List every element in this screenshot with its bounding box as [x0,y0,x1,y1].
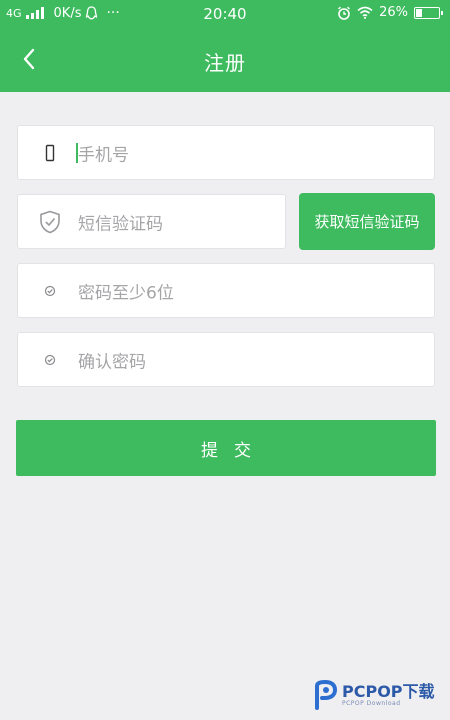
password-field[interactable]: 密码至少6位 [17,263,435,318]
battery-icon [414,6,443,19]
alarm-icon [338,6,351,20]
wifi-icon [357,6,373,19]
lock-check-icon [38,285,62,297]
watermark-sub: PCPOP Download [342,699,401,707]
app-header: 4G 0K/s ··· 20:40 26% 注册 [0,0,450,92]
pcpop-logo-icon [315,680,338,710]
confirm-password-placeholder: 确认密码 [78,352,146,372]
phone-icon [38,144,62,162]
password-placeholder: 密码至少6位 [78,283,174,303]
status-right: 26% [337,5,443,20]
phone-field[interactable]: 手机号 [17,125,435,180]
lock-check-icon [38,354,62,366]
phone-placeholder: 手机号 [78,145,129,165]
shield-check-icon [38,210,62,234]
watermark-name: PCPOP下载 [342,681,435,701]
get-sms-code-button[interactable]: 获取短信验证码 [299,193,435,250]
sms-code-field[interactable]: 短信验证码 [17,194,286,249]
confirm-password-field[interactable]: 确认密码 [17,332,435,387]
battery-fill [416,8,422,17]
page-title: 注册 [204,51,246,75]
watermark: PCPOP下载 PCPOP Download [312,680,435,710]
submit-button[interactable]: 提交 [16,420,436,476]
sms-code-placeholder: 短信验证码 [78,214,163,234]
watermark-text: PCPOP下载 PCPOP Download [342,681,435,707]
status-bar: 4G 0K/s ··· 20:40 26% [0,0,450,28]
battery-percent: 26% [379,5,408,20]
